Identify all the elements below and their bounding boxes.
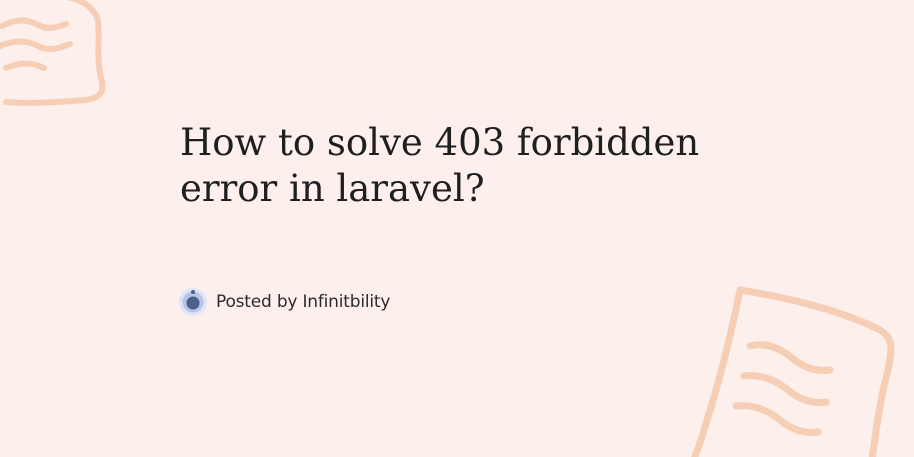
author-label: Posted by Infinitbility bbox=[216, 292, 391, 312]
post-title: How to solve 403 forbidden error in lara… bbox=[180, 121, 700, 210]
avatar bbox=[179, 288, 207, 316]
og-image-card: How to solve 403 forbidden error in lara… bbox=[0, 0, 914, 457]
faint-mark-icon bbox=[92, 302, 96, 320]
author-byline: Posted by Infinitbility bbox=[178, 286, 390, 318]
document-sketch-icon bbox=[0, 0, 106, 106]
document-sketch-icon bbox=[691, 286, 895, 457]
